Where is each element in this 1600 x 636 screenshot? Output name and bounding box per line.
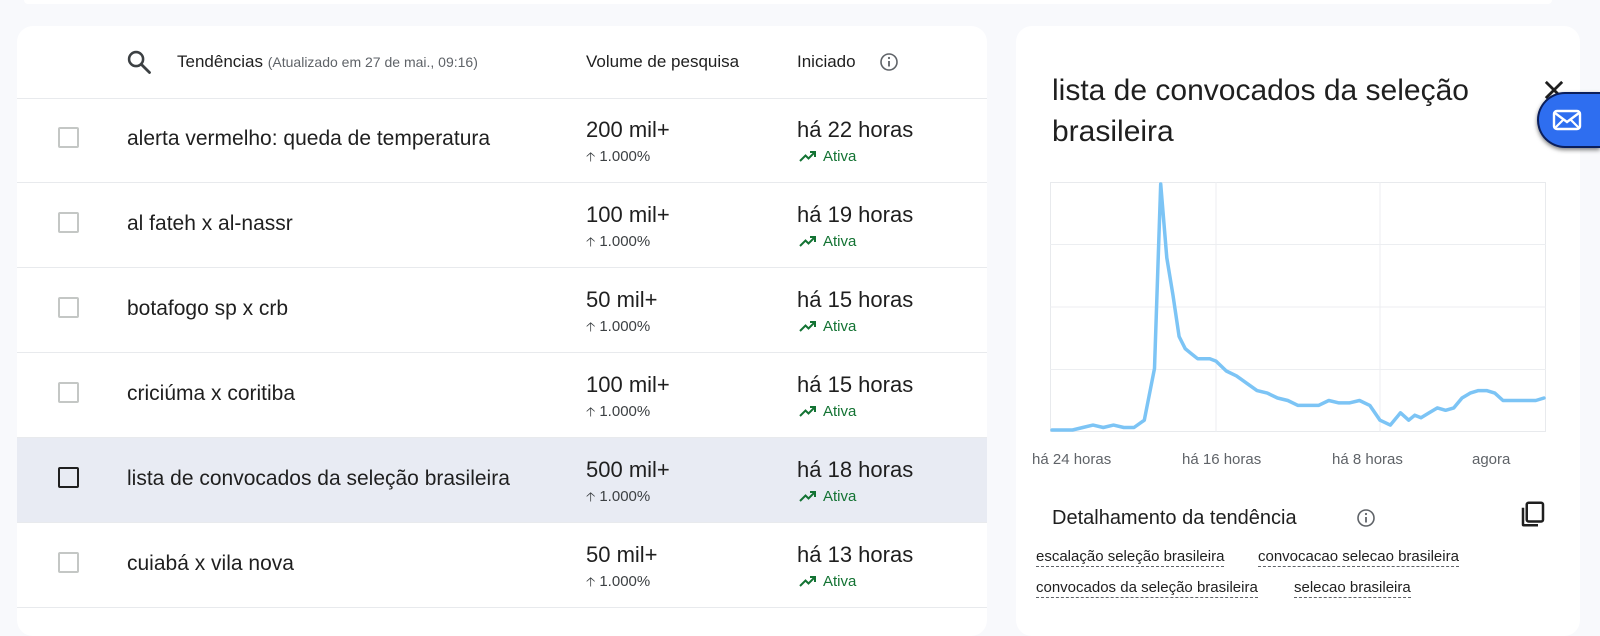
- related-query-chip[interactable]: convocados da seleção brasileira: [1036, 579, 1258, 598]
- search-volume-column-header[interactable]: Volume de pesquisa: [586, 52, 739, 72]
- info-icon[interactable]: [879, 52, 899, 72]
- table-row[interactable]: cuiabá x vila nova 50 mil+ 🡡 1.000% há 13…: [17, 523, 987, 608]
- trends-label: Tendências: [177, 52, 264, 71]
- volume-change: 🡡 1.000%: [586, 573, 650, 595]
- trends-list: alerta vermelho: queda de temperatura 20…: [17, 98, 987, 608]
- started-time: há 15 horas: [797, 287, 914, 312]
- related-query-chip[interactable]: selecao brasileira: [1294, 579, 1411, 598]
- updated-timestamp: (Atualizado em 27 de mai., 09:16): [267, 54, 478, 70]
- search-icon[interactable]: [125, 48, 153, 76]
- volume-change: 🡡 1.000%: [586, 233, 650, 255]
- related-query-chip[interactable]: escalação seleção brasileira: [1036, 548, 1225, 567]
- status-badge: Ativa: [799, 318, 856, 335]
- status-label: Ativa: [823, 233, 857, 250]
- status-badge: Ativa: [799, 488, 856, 505]
- row-checkbox[interactable]: [58, 212, 79, 233]
- trending-up-icon: [799, 406, 816, 417]
- status-label: Ativa: [823, 148, 857, 165]
- status-label: Ativa: [823, 403, 857, 420]
- volume-change: 🡡 1.000%: [586, 403, 650, 425]
- volume-change-value: 1.000%: [599, 318, 651, 335]
- search-volume: 50 mil+: [586, 542, 658, 567]
- search-volume: 100 mil+: [586, 372, 670, 397]
- row-checkbox[interactable]: [58, 552, 79, 573]
- row-checkbox[interactable]: [58, 127, 79, 148]
- trend-name[interactable]: al fateh x al-nassr: [127, 212, 293, 236]
- mail-icon: [1552, 109, 1582, 131]
- status-badge: Ativa: [799, 403, 856, 420]
- started-time: há 18 horas: [797, 457, 914, 482]
- search-volume: 100 mil+: [586, 202, 670, 227]
- row-checkbox[interactable]: [58, 297, 79, 318]
- started-column-header[interactable]: Iniciado: [797, 52, 856, 72]
- panel-title: lista de convocados da seleção brasileir…: [1052, 74, 1469, 148]
- trending-up-icon: [799, 491, 816, 502]
- search-volume: 50 mil+: [586, 287, 658, 312]
- status-badge: Ativa: [799, 233, 856, 250]
- row-checkbox[interactable]: [58, 382, 79, 403]
- related-query-chip[interactable]: convocacao selecao brasileira: [1258, 548, 1459, 567]
- search-interest-chart: [1050, 182, 1546, 432]
- arrow-up-icon: 🡡: [586, 149, 596, 164]
- x-tick-label: há 8 horas: [1332, 451, 1403, 468]
- trend-detail-panel: lista de convocados da seleção brasileir…: [1016, 26, 1580, 636]
- status-label: Ativa: [823, 573, 857, 590]
- status-label: Ativa: [823, 488, 857, 505]
- volume-change-value: 1.000%: [599, 573, 651, 590]
- trending-up-icon: [799, 576, 816, 587]
- x-tick-label: há 24 horas: [1032, 451, 1112, 468]
- x-tick-label: há 16 horas: [1182, 451, 1262, 468]
- table-row[interactable]: criciúma x coritiba 100 mil+ 🡡 1.000% há …: [17, 353, 987, 438]
- table-row[interactable]: alerta vermelho: queda de temperatura 20…: [17, 98, 987, 183]
- started-time: há 15 horas: [797, 372, 914, 397]
- trending-up-icon: [799, 236, 816, 247]
- arrow-up-icon: 🡡: [586, 404, 596, 419]
- status-badge: Ativa: [799, 573, 856, 590]
- floating-mail-button[interactable]: [1537, 92, 1600, 148]
- volume-change-value: 1.000%: [599, 233, 651, 250]
- started-time: há 22 horas: [797, 117, 914, 142]
- arrow-up-icon: 🡡: [586, 234, 596, 249]
- volume-change: 🡡 1.000%: [586, 318, 650, 340]
- volume-change-value: 1.000%: [599, 148, 651, 165]
- volume-change-value: 1.000%: [599, 403, 651, 420]
- table-row-selected[interactable]: lista de convocados da seleção brasileir…: [17, 438, 987, 523]
- row-checkbox[interactable]: [58, 467, 79, 488]
- trend-breakdown-title: Detalhamento da tendência: [1052, 507, 1297, 529]
- top-card-edge: [24, 0, 1552, 4]
- info-icon[interactable]: [1356, 508, 1376, 528]
- trending-up-icon: [799, 321, 816, 332]
- started-time: há 19 horas: [797, 202, 914, 227]
- search-volume: 200 mil+: [586, 117, 670, 142]
- table-row[interactable]: botafogo sp x crb 50 mil+ 🡡 1.000% há 15 …: [17, 268, 987, 353]
- status-label: Ativa: [823, 318, 857, 335]
- trend-name[interactable]: cuiabá x vila nova: [127, 552, 294, 576]
- copy-icon[interactable]: [1518, 499, 1548, 529]
- table-row[interactable]: al fateh x al-nassr 100 mil+ 🡡 1.000% há …: [17, 183, 987, 268]
- volume-change: 🡡 1.000%: [586, 488, 650, 510]
- status-badge: Ativa: [799, 148, 856, 165]
- arrow-up-icon: 🡡: [586, 319, 596, 334]
- trend-name[interactable]: botafogo sp x crb: [127, 297, 288, 321]
- trends-column-header: Tendências (Atualizado em 27 de mai., 09…: [177, 52, 478, 72]
- trending-up-icon: [799, 151, 816, 162]
- arrow-up-icon: 🡡: [586, 489, 596, 504]
- arrow-up-icon: 🡡: [586, 574, 596, 589]
- trend-name[interactable]: lista de convocados da seleção brasileir…: [127, 467, 510, 491]
- volume-change-value: 1.000%: [599, 488, 651, 505]
- volume-change: 🡡 1.000%: [586, 148, 650, 170]
- search-volume: 500 mil+: [586, 457, 670, 482]
- trends-table: Tendências (Atualizado em 27 de mai., 09…: [17, 26, 987, 636]
- x-tick-label: agora: [1472, 451, 1511, 468]
- trend-name[interactable]: alerta vermelho: queda de temperatura: [127, 127, 490, 151]
- started-time: há 13 horas: [797, 542, 914, 567]
- trend-name[interactable]: criciúma x coritiba: [127, 382, 295, 406]
- table-header: Tendências (Atualizado em 27 de mai., 09…: [17, 26, 987, 99]
